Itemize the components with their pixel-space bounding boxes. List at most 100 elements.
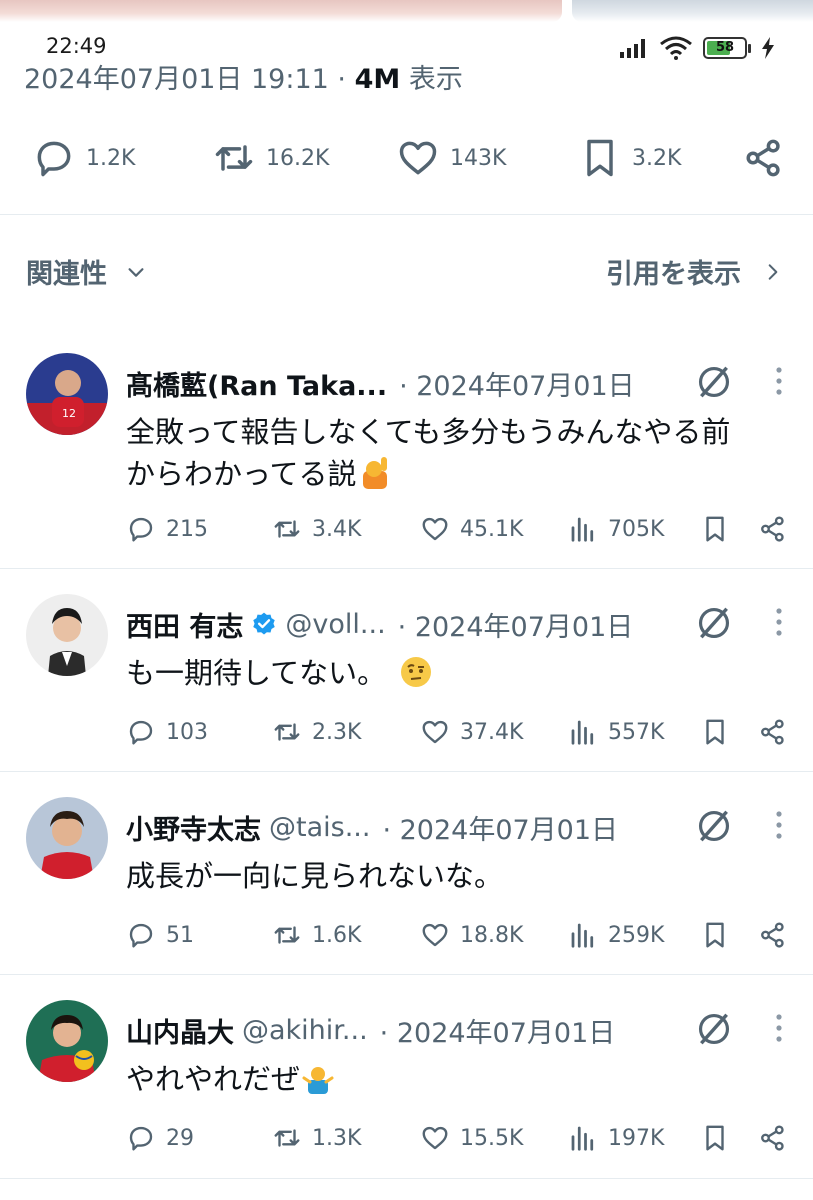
view-count: 197K	[608, 1125, 665, 1151]
share-button[interactable]	[742, 130, 786, 186]
like-button[interactable]: 143K	[396, 130, 506, 186]
repost-icon	[274, 520, 300, 538]
reply-views-button[interactable]: 259K	[568, 915, 664, 955]
raised-eyebrow-emoji-icon	[400, 656, 432, 688]
view-count: 259K	[608, 922, 665, 948]
grok-icon[interactable]	[695, 363, 733, 401]
post-action-bar: 1.2K 16.2K 143K 3.2K	[0, 130, 813, 186]
reply-share-button[interactable]	[758, 1118, 788, 1158]
repost-count: 2.3K	[312, 719, 362, 745]
reply-bookmark-button[interactable]	[700, 509, 730, 549]
reply-like-button[interactable]: 37.4K	[420, 712, 523, 752]
chevron-down-icon	[128, 267, 144, 277]
heart-icon	[399, 141, 437, 175]
reply-author-name[interactable]: 髙橋藍(Ran Taka...	[126, 364, 387, 403]
reply-views-button[interactable]: 705K	[568, 509, 664, 549]
reply-views-button[interactable]: 557K	[568, 712, 664, 752]
reply-repost-button[interactable]: 1.3K	[272, 1118, 361, 1158]
more-options-icon[interactable]	[773, 365, 785, 397]
reply-text: 成長が一向に見られないな。	[126, 855, 796, 897]
reply-author-handle: @voll...	[285, 608, 386, 640]
reply-bookmark-button[interactable]	[700, 1118, 730, 1158]
reply-like-button[interactable]: 18.8K	[420, 915, 523, 955]
battery-indicator: 58	[703, 37, 751, 59]
more-options-icon[interactable]	[773, 1012, 785, 1044]
reply-item[interactable]: 小野寺太志 @tais... · 2024年07月01日 成長が一向に見られない…	[0, 797, 813, 1001]
reply-date: · 2024年07月01日	[397, 611, 634, 643]
grok-icon[interactable]	[695, 604, 733, 642]
reply-header: 西田 有志 @voll... · 2024年07月01日	[126, 602, 706, 646]
reply-reply-button[interactable]: 51	[126, 915, 194, 955]
reply-stats: 51 1.6K 18.8K 259K	[126, 915, 796, 955]
reply-share-button[interactable]	[758, 509, 788, 549]
reply-stats: 29 1.3K 15.5K 197K	[126, 1118, 796, 1158]
reply-text-line: やれやれだぜ	[126, 1062, 301, 1096]
repost-button[interactable]: 16.2K	[212, 130, 329, 186]
bookmark-icon	[706, 516, 724, 542]
heart-icon	[422, 923, 448, 947]
shrug-emoji-icon	[302, 1062, 334, 1094]
reply-item[interactable]: 12 髙橋藍(Ran Taka... · 2024年07月01日 全敗って報告し…	[0, 353, 813, 557]
share-icon	[761, 1125, 784, 1151]
reply-date: · 2024年07月01日	[399, 370, 635, 402]
sort-dropdown[interactable]: 関連性	[26, 252, 147, 291]
reply-button[interactable]: 1.2K	[32, 130, 135, 186]
reply-share-button[interactable]	[758, 915, 788, 955]
reply-sort-row: 関連性 引用を表示	[0, 246, 813, 298]
reply-count: 29	[166, 1125, 194, 1151]
reply-like-button[interactable]: 15.5K	[420, 1118, 523, 1158]
reply-count: 103	[166, 719, 208, 745]
status-time: 22:49	[46, 34, 107, 58]
reply-reply-button[interactable]: 29	[126, 1118, 194, 1158]
wifi-icon	[660, 36, 692, 60]
reply-author-name[interactable]: 小野寺太志	[126, 808, 261, 847]
reply-text-line: からわかってる説	[126, 457, 357, 491]
reply-item[interactable]: 山内晶大 @akihir... · 2024年07月01日 やれやれだぜ 29 …	[0, 1000, 813, 1200]
grok-icon[interactable]	[695, 1010, 733, 1048]
reply-count: 51	[166, 922, 194, 948]
more-options-icon[interactable]	[773, 809, 785, 841]
verified-badge-icon	[253, 612, 276, 635]
view-quotes-label: 引用を表示	[606, 259, 741, 290]
reply-stats: 103 2.3K 37.4K 557K	[126, 712, 796, 752]
avatar[interactable]	[26, 797, 108, 879]
avatar[interactable]: 12	[26, 353, 108, 435]
reply-repost-button[interactable]: 2.3K	[272, 712, 361, 752]
reply-author-name[interactable]: 山内晶大	[126, 1011, 234, 1050]
reply-like-button[interactable]: 45.1K	[420, 509, 523, 549]
analytics-icon	[571, 720, 594, 745]
heart-icon	[422, 517, 448, 541]
repost-icon	[215, 145, 253, 171]
reply-repost-button[interactable]: 1.6K	[272, 915, 361, 955]
grok-icon[interactable]	[695, 807, 733, 845]
repost-icon	[274, 926, 300, 944]
more-options-icon[interactable]	[773, 606, 785, 638]
meta-separator: ·	[337, 64, 347, 95]
reply-reply-button[interactable]: 215	[126, 509, 208, 549]
bookmark-icon	[706, 1125, 724, 1151]
reply-author-name[interactable]: 西田 有志	[126, 605, 243, 644]
reply-repost-button[interactable]: 3.4K	[272, 509, 361, 549]
divider	[0, 568, 813, 569]
share-icon	[761, 922, 784, 948]
reply-icon	[129, 923, 153, 948]
avatar[interactable]	[26, 594, 108, 676]
like-count: 45.1K	[460, 516, 524, 542]
bookmark-button[interactable]: 3.2K	[578, 130, 681, 186]
chevron-right-icon	[768, 263, 778, 280]
reply-icon	[37, 141, 71, 177]
reply-item[interactable]: 西田 有志 @voll... · 2024年07月01日 も一期待してない。 1…	[0, 594, 813, 798]
reply-views-button[interactable]: 197K	[568, 1118, 664, 1158]
view-quotes-link[interactable]: 引用を表示	[606, 252, 783, 291]
repost-count: 3.4K	[312, 516, 362, 542]
reply-share-button[interactable]	[758, 712, 788, 752]
reply-count: 1.2K	[86, 145, 136, 171]
avatar[interactable]	[26, 1000, 108, 1082]
status-icons: 58	[619, 36, 775, 60]
share-icon	[746, 139, 780, 177]
reply-text: やれやれだぜ	[126, 1058, 796, 1100]
repost-count: 1.3K	[312, 1125, 362, 1151]
reply-bookmark-button[interactable]	[700, 915, 730, 955]
reply-reply-button[interactable]: 103	[126, 712, 208, 752]
reply-bookmark-button[interactable]	[700, 712, 730, 752]
